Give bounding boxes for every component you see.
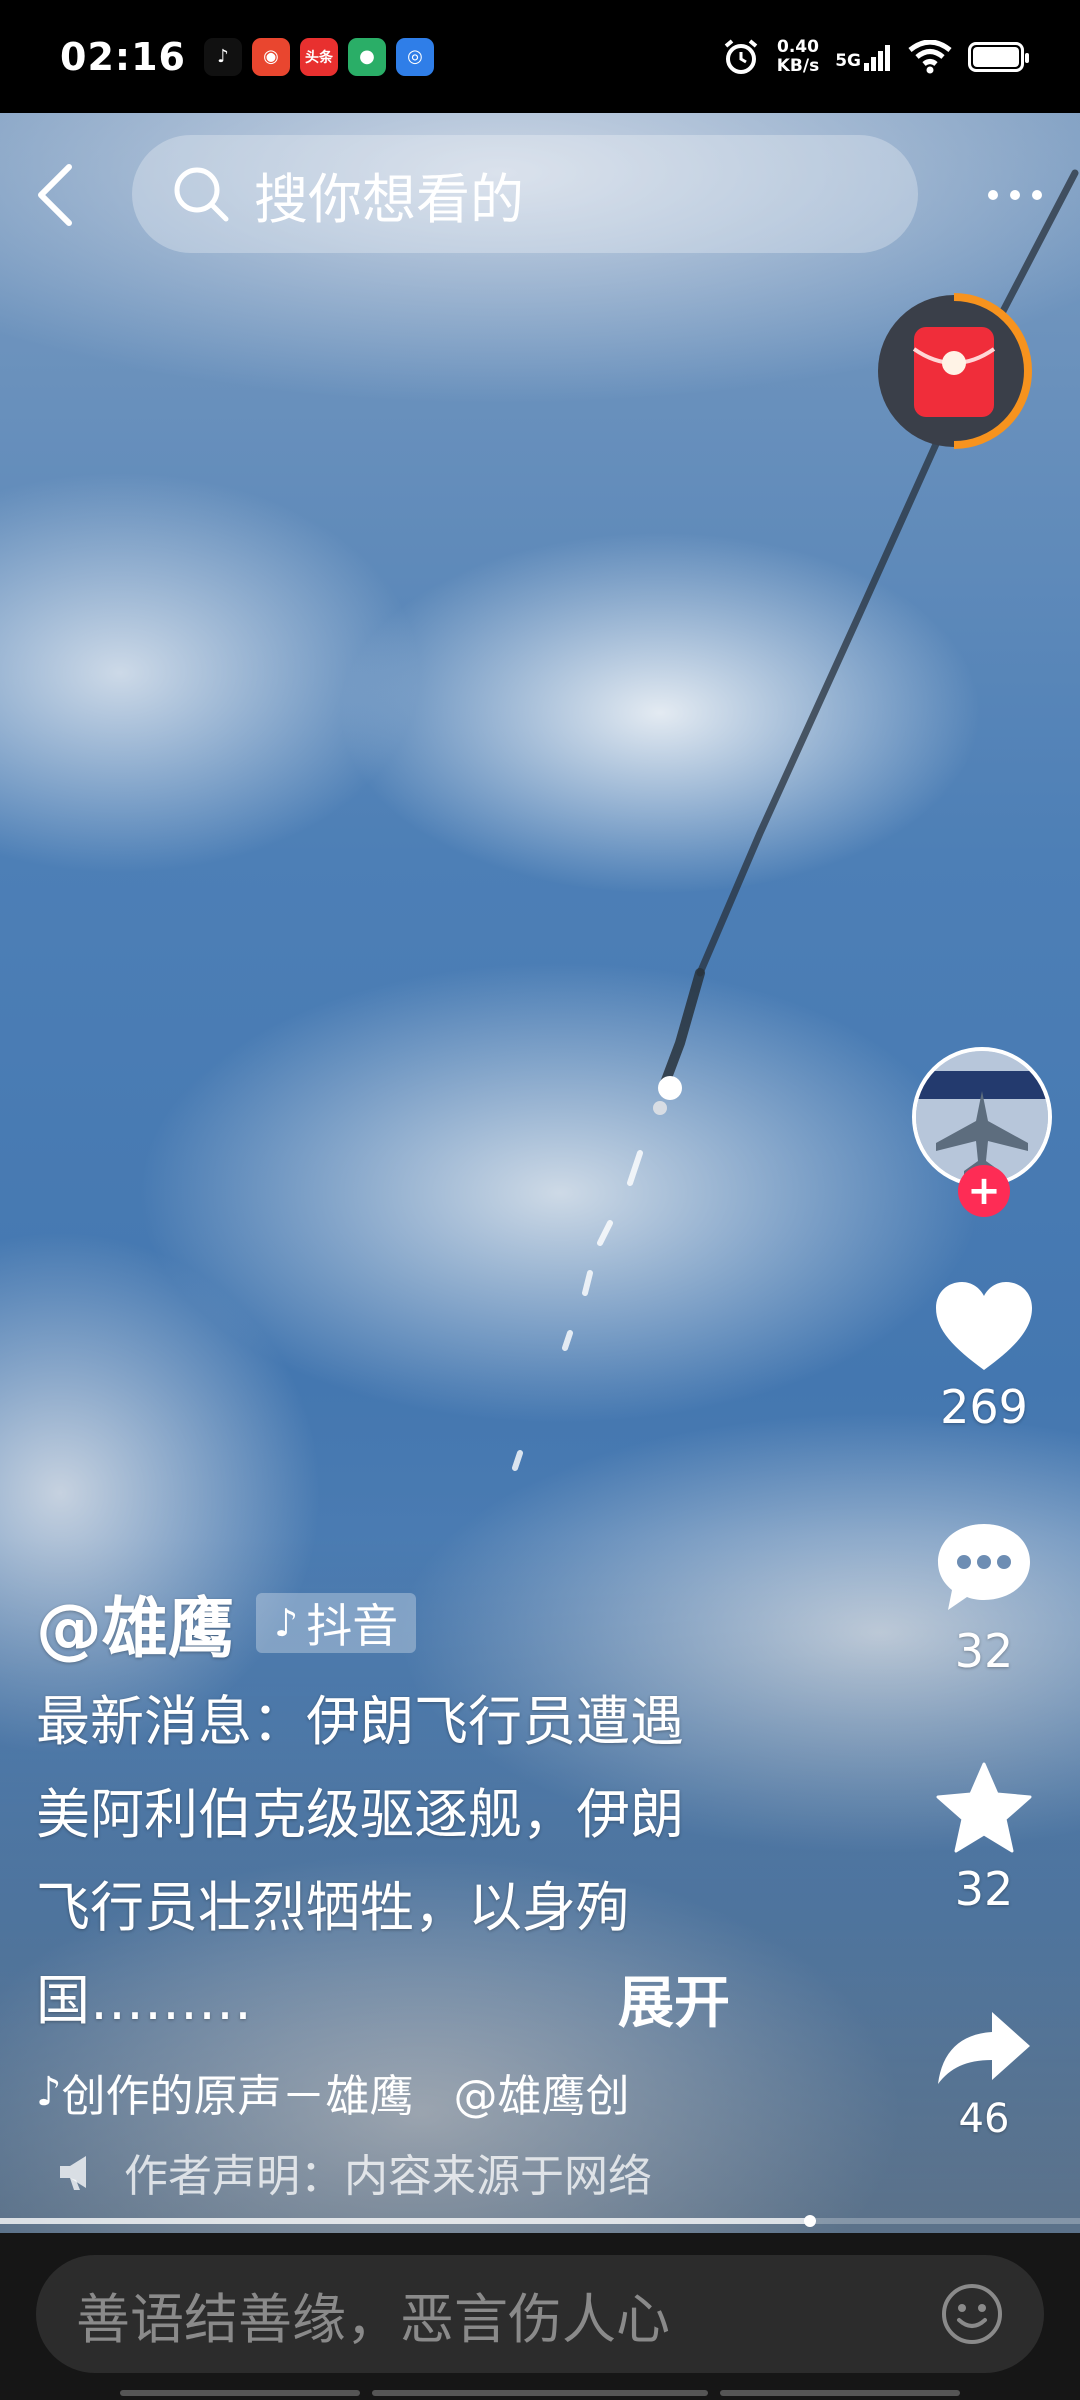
- chevron-left-icon: [38, 164, 72, 226]
- search-icon: [174, 167, 229, 222]
- wechat-icon: ●: [347, 37, 386, 76]
- more-dots-icon: [988, 190, 1042, 200]
- progress-knob[interactable]: [804, 2215, 816, 2227]
- status-time: 02:16: [60, 34, 186, 79]
- heart-icon: [936, 1282, 1032, 1370]
- net-speed: 0.40 KB/s: [776, 36, 820, 76]
- author-name[interactable]: @雄鹰: [36, 1575, 234, 1671]
- description-line: 最新消息：伊朗飞行员遭遇: [36, 1690, 684, 1753]
- description-line: 飞行员壮烈牺牲，以身殉: [36, 1876, 630, 1939]
- comment-count: 32: [954, 1624, 1014, 1678]
- nav-indicator: [372, 2390, 708, 2396]
- battery-icon: [968, 41, 1029, 72]
- comment-input[interactable]: 善语结善缘，恶言伤人心: [36, 2255, 1044, 2373]
- platform-tag: ♪ 抖音: [256, 1593, 417, 1653]
- search-bar[interactable]: 搜你想看的: [132, 135, 918, 253]
- more-button[interactable]: [980, 170, 1050, 220]
- signal-icon: 5G: [835, 43, 892, 71]
- like-count: 269: [940, 1380, 1028, 1434]
- share-count: 46: [958, 2096, 1010, 2142]
- red-packet-button[interactable]: [874, 291, 1034, 451]
- share-arrow-icon: [938, 2012, 1030, 2084]
- megaphone-icon: [60, 2156, 86, 2190]
- comment-button[interactable]: 32: [912, 1520, 1056, 1678]
- like-button[interactable]: 269: [912, 1280, 1056, 1434]
- progress-fill: [0, 2218, 810, 2224]
- music-row[interactable]: ♪ 创作的原声－雄鹰 @雄鹰创: [36, 2060, 630, 2124]
- author-avatar-button[interactable]: +: [912, 1047, 1058, 1217]
- bottom-bar: 善语结善缘，恶言伤人心: [0, 2233, 1080, 2400]
- favorite-button[interactable]: 32: [912, 1762, 1056, 1916]
- favorite-count: 32: [954, 1862, 1014, 1916]
- china-mobile-icon: ◉: [251, 37, 290, 76]
- nav-indicator: [120, 2390, 360, 2396]
- description-line: 美阿利伯克级驱逐舰，伊朗: [36, 1783, 684, 1846]
- music-title: 创作的原声－雄鹰: [61, 2071, 414, 2122]
- expand-button[interactable]: 展开: [618, 1958, 730, 2039]
- nav-indicator: [720, 2390, 960, 2396]
- douyin-note-icon: ♪: [274, 1601, 299, 1645]
- music-note-icon: ♪: [36, 2069, 62, 2115]
- wifi-icon: [908, 39, 952, 73]
- author-notice: 作者声明：内容来源于网络: [56, 2140, 652, 2204]
- follow-button[interactable]: +: [958, 1165, 1010, 1217]
- alarm-icon: [724, 38, 758, 74]
- douyin-icon: ♪: [203, 37, 242, 76]
- back-button[interactable]: [30, 160, 80, 230]
- comment-icon: [938, 1524, 1030, 1610]
- comment-placeholder: 善语结善缘，恶言伤人心: [76, 2287, 670, 2351]
- music-mention: @雄鹰创: [453, 2071, 630, 2122]
- emoji-icon[interactable]: [940, 2282, 1004, 2346]
- app-icon: ◎: [395, 37, 434, 76]
- star-icon: [936, 1762, 1032, 1853]
- author-row: @雄鹰 ♪ 抖音: [36, 1575, 417, 1671]
- status-bar: 02:16 ♪ ◉ 头条 ● ◎ 0.40 KB/s 5G: [0, 0, 1080, 113]
- share-button[interactable]: 46: [912, 2008, 1056, 2142]
- search-placeholder: 搜你想看的: [254, 167, 524, 231]
- red-packet-icon: [878, 293, 1032, 449]
- video-progress-bar[interactable]: [0, 2215, 1080, 2227]
- toutiao-icon: 头条: [299, 37, 338, 76]
